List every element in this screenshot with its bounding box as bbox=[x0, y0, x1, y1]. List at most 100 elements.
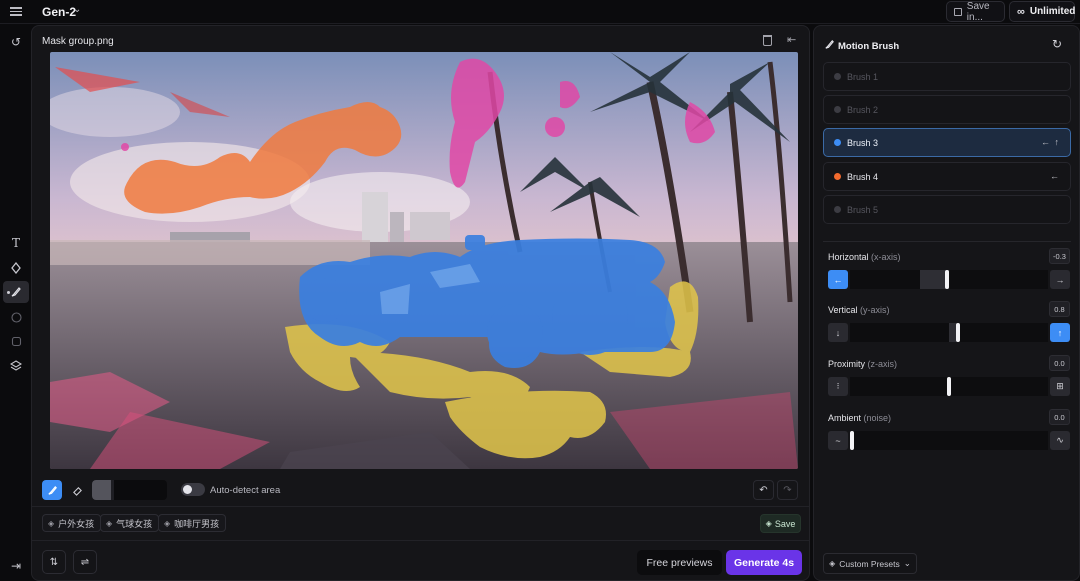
axis-name: (z-axis) bbox=[867, 359, 898, 369]
preset-chip-1[interactable]: ◈ 户外女孩 bbox=[42, 514, 102, 532]
wave-high-icon[interactable]: ∿ bbox=[1050, 431, 1070, 450]
layers-icon: ◈ bbox=[164, 518, 171, 528]
brush-label: Brush 3 bbox=[847, 137, 879, 148]
control-name: Horizontal bbox=[828, 252, 869, 262]
slider-handle[interactable] bbox=[947, 377, 951, 396]
brush-tool-button[interactable] bbox=[42, 480, 62, 500]
preset-chip-3[interactable]: ◈ 咖啡厅男孩 bbox=[158, 514, 227, 532]
axis-name: (noise) bbox=[863, 413, 892, 423]
generate-button[interactable]: Generate 4s bbox=[726, 550, 802, 575]
brush-label: Brush 4 bbox=[847, 171, 879, 182]
horizontal-slider[interactable] bbox=[850, 270, 1048, 289]
trash-icon[interactable] bbox=[763, 35, 772, 46]
divider bbox=[823, 241, 1071, 242]
wave-low-icon[interactable]: ~ bbox=[828, 431, 848, 450]
expand-icon[interactable]: ⇥ bbox=[3, 555, 29, 577]
layers-icon: ◈ bbox=[48, 518, 55, 528]
preset-chip-label: 咖啡厅男孩 bbox=[174, 518, 220, 529]
brush-color-dot bbox=[834, 73, 841, 80]
brush-size-fill bbox=[92, 480, 111, 500]
save-label: Save bbox=[774, 518, 796, 529]
preset-chip-label: 户外女孩 bbox=[58, 518, 95, 529]
text-tool-icon[interactable]: T bbox=[3, 232, 29, 254]
motion-brush-panel: Motion Brush ↻ Brush 1 Brush 2 Brush 3 ←… bbox=[813, 25, 1080, 581]
brush-color-dot bbox=[834, 173, 841, 180]
arrow-down-icon[interactable]: ↓ bbox=[828, 323, 848, 342]
divider bbox=[32, 506, 809, 507]
undo-button[interactable]: ↶ bbox=[753, 480, 774, 500]
layers-icon[interactable] bbox=[3, 355, 29, 377]
arrow-left-icon[interactable]: ← bbox=[828, 270, 848, 289]
motion-brush-icon bbox=[824, 39, 835, 53]
chevron-down-icon[interactable]: ⌄ bbox=[73, 4, 81, 15]
slider-handle[interactable] bbox=[956, 323, 960, 342]
custom-presets-dropdown[interactable]: ◈ Custom Presets ⌄ bbox=[823, 553, 917, 574]
unlimited-label: Unlimited bbox=[1029, 6, 1076, 17]
brush-color-dot bbox=[834, 206, 841, 213]
eraser-tool-button[interactable] bbox=[67, 480, 87, 500]
arrow-up-icon[interactable]: ↑ bbox=[1050, 323, 1070, 342]
folder-icon bbox=[954, 7, 962, 16]
direction-tool-icon[interactable] bbox=[3, 257, 29, 279]
axis-name: (y-axis) bbox=[860, 305, 890, 315]
redo-button[interactable]: ↷ bbox=[777, 480, 798, 500]
motion-brush-tool-icon[interactable] bbox=[3, 281, 29, 303]
control-name: Ambient bbox=[828, 413, 862, 423]
brush-label: Brush 1 bbox=[847, 71, 879, 82]
brush-item-4[interactable]: Brush 4 ← bbox=[823, 162, 1071, 191]
sort-icon[interactable]: ⇅ bbox=[42, 550, 66, 574]
save-preset-button[interactable]: ◈ Save bbox=[760, 514, 801, 533]
ambient-slider[interactable] bbox=[850, 431, 1048, 450]
ambient-label: Ambient (noise) bbox=[828, 413, 891, 423]
slider-handle[interactable] bbox=[850, 431, 854, 450]
brush-color-dot bbox=[834, 106, 841, 113]
editor-panel: Mask group.png ⇤ Auto-detect area ↶ ↷ ◈ … bbox=[31, 25, 810, 581]
save-in-button[interactable]: Save in... bbox=[946, 1, 1005, 23]
direction-arrows: ← bbox=[1050, 171, 1060, 181]
zoom-in-icon[interactable]: ⊞ bbox=[1050, 377, 1070, 396]
layers-icon: ◈ bbox=[106, 518, 113, 528]
palette-icon[interactable] bbox=[3, 306, 29, 328]
menu-icon[interactable] bbox=[9, 5, 23, 19]
brush-item-3[interactable]: Brush 3 ← ↑ bbox=[823, 128, 1071, 157]
file-name: Mask group.png bbox=[42, 36, 114, 47]
proximity-label: Proximity (z-axis) bbox=[828, 359, 897, 369]
custom-presets-label: Custom Presets bbox=[839, 558, 900, 569]
brush-item-5[interactable]: Brush 5 bbox=[823, 195, 1071, 224]
infinity-icon: ∞ bbox=[1017, 5, 1025, 18]
brush-size-handle[interactable] bbox=[110, 480, 114, 500]
collapse-panel-icon[interactable]: ⇤ bbox=[787, 33, 796, 46]
brush-item-1[interactable]: Brush 1 bbox=[823, 62, 1071, 91]
tool-rail: ↺ T ⇥ bbox=[0, 25, 31, 581]
reset-icon[interactable]: ↻ bbox=[1052, 37, 1062, 51]
auto-detect-toggle[interactable] bbox=[181, 483, 205, 496]
proximity-slider[interactable] bbox=[850, 377, 1048, 396]
free-previews-button[interactable]: Free previews bbox=[637, 550, 722, 575]
adjust-icon[interactable]: ⇌ bbox=[73, 550, 97, 574]
brush-size-slider[interactable] bbox=[92, 480, 167, 500]
layers-icon: ◈ bbox=[765, 519, 772, 528]
arrow-right-icon[interactable]: → bbox=[1050, 270, 1070, 289]
vertical-slider[interactable] bbox=[850, 323, 1048, 342]
auto-detect-label: Auto-detect area bbox=[210, 485, 281, 496]
proximity-value[interactable]: 0.0 bbox=[1049, 355, 1070, 371]
panel-title: Motion Brush bbox=[838, 41, 900, 52]
top-bar: Gen-2 ⌄ Save in... ∞ Unlimited bbox=[0, 0, 1080, 24]
direction-arrows: ← ↑ bbox=[1040, 137, 1060, 147]
frame-icon[interactable] bbox=[3, 330, 29, 352]
vertical-value[interactable]: 0.8 bbox=[1049, 301, 1070, 317]
toggle-knob bbox=[183, 485, 192, 494]
zoom-out-icon[interactable]: ⁝ bbox=[828, 377, 848, 396]
preset-chip-2[interactable]: ◈ 气球女孩 bbox=[100, 514, 160, 532]
image-canvas[interactable] bbox=[50, 52, 798, 469]
horizontal-value[interactable]: -0.3 bbox=[1049, 248, 1070, 264]
brush-item-2[interactable]: Brush 2 bbox=[823, 95, 1071, 124]
divider bbox=[32, 540, 809, 541]
model-selector[interactable]: Gen-2 bbox=[42, 5, 76, 19]
history-icon[interactable]: ↺ bbox=[3, 31, 29, 53]
brush-label: Brush 5 bbox=[847, 204, 879, 215]
ambient-value[interactable]: 0.0 bbox=[1049, 409, 1070, 425]
control-name: Proximity bbox=[828, 359, 866, 369]
slider-handle[interactable] bbox=[945, 270, 949, 289]
unlimited-button[interactable]: ∞ Unlimited bbox=[1009, 1, 1075, 22]
